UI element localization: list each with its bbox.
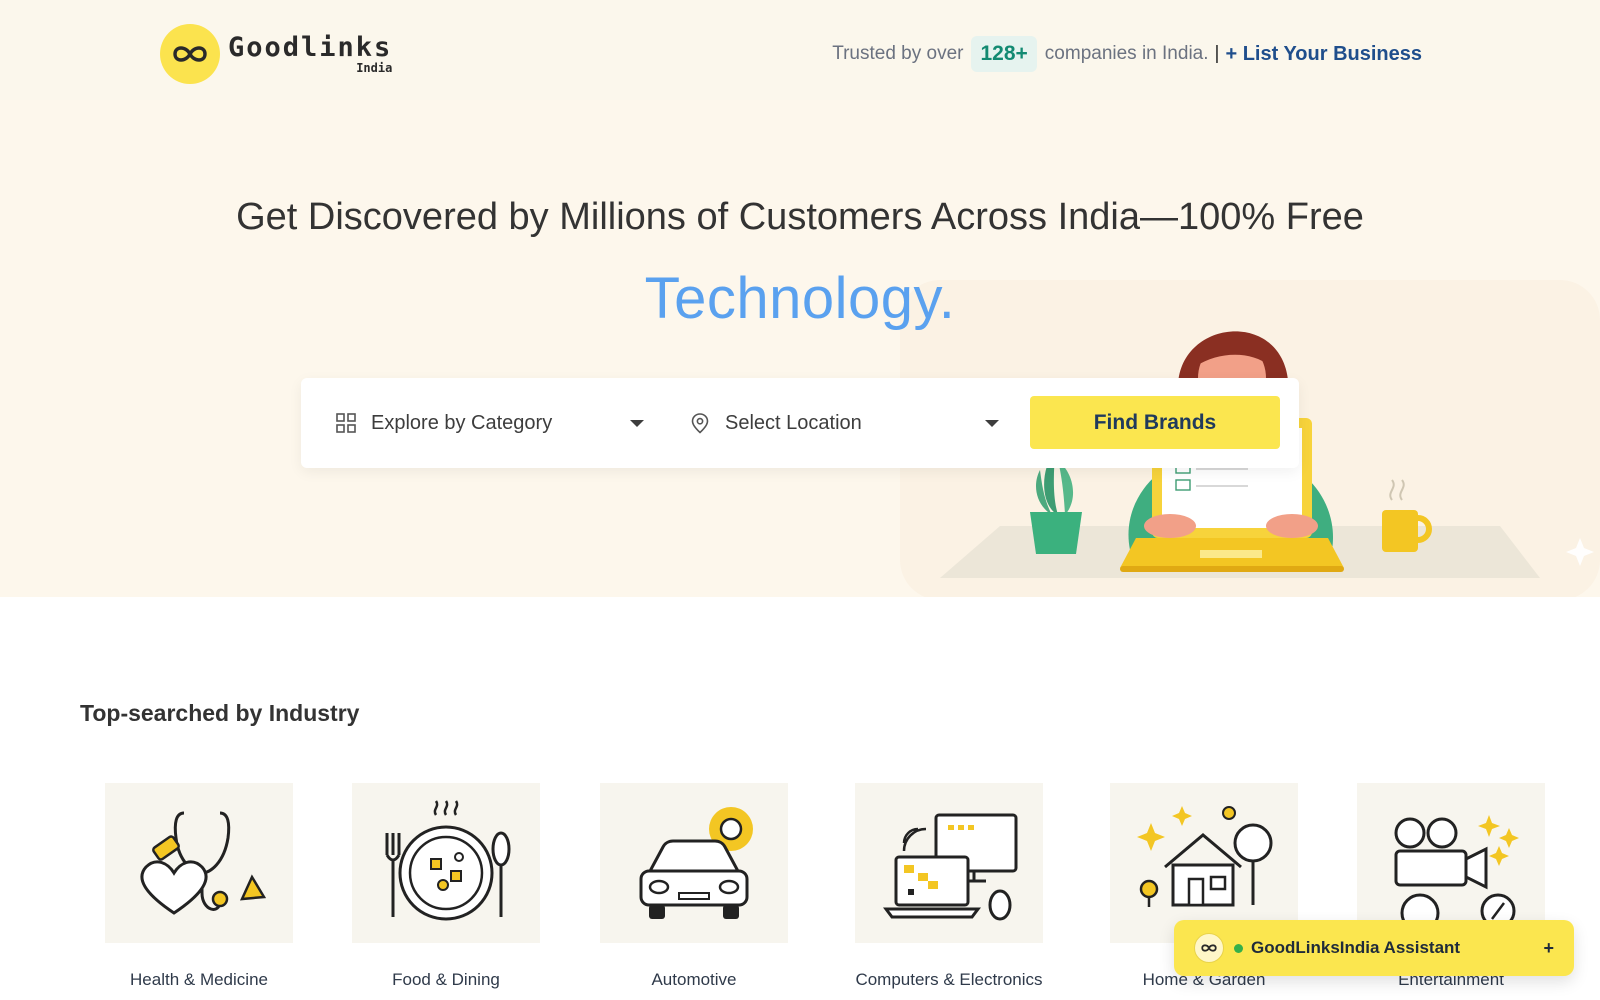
expand-assistant-button[interactable]: + xyxy=(1543,938,1554,959)
chevron-down-icon[interactable] xyxy=(630,420,644,427)
category-label: Explore by Category xyxy=(371,411,553,434)
trust-prefix: Trusted by over xyxy=(832,43,964,64)
hero-section: Get Discovered by Millions of Customers … xyxy=(0,100,1600,597)
brand-logo[interactable]: Goodlinks India xyxy=(160,24,392,84)
movie-camera-icon xyxy=(1357,783,1545,943)
industry-card-food[interactable]: Food & Dining xyxy=(352,783,540,990)
industry-card-automotive[interactable]: Automotive xyxy=(600,783,788,990)
industry-label: Food & Dining xyxy=(392,970,500,989)
location-label: Select Location xyxy=(725,411,862,434)
industry-label: Health & Medicine xyxy=(130,970,268,989)
trust-banner: Trusted by over 128+ companies in India.… xyxy=(832,34,1422,74)
list-business-link[interactable]: + List Your Business xyxy=(1225,43,1422,66)
online-status-dot xyxy=(1234,943,1243,953)
industry-section-title: Top-searched by Industry xyxy=(80,700,360,726)
chevron-down-icon[interactable] xyxy=(985,420,999,427)
plate-fork-spoon-icon xyxy=(352,783,540,943)
category-dropdown[interactable]: Explore by Category xyxy=(335,378,655,468)
assistant-name: GoodLinksIndia Assistant xyxy=(1251,938,1461,957)
stethoscope-heart-icon xyxy=(105,783,293,943)
house-tree-icon xyxy=(1110,783,1298,943)
location-dropdown[interactable]: Select Location xyxy=(689,378,1009,468)
industry-card-computers[interactable]: Computers & Electronics xyxy=(855,783,1043,990)
trust-suffix: companies in India. xyxy=(1044,43,1209,64)
find-brands-button[interactable]: Find Brands xyxy=(1030,396,1280,449)
location-pin-icon xyxy=(689,412,711,434)
hero-headline: Get Discovered by Millions of Customers … xyxy=(236,196,1364,238)
industry-card-health[interactable]: Health & Medicine xyxy=(105,783,293,990)
grid-icon xyxy=(335,412,357,434)
laptop-monitor-icon xyxy=(855,783,1043,943)
assistant-chat-widget[interactable]: GoodLinksIndia Assistant + xyxy=(1174,920,1574,976)
separator: | xyxy=(1214,43,1220,64)
assistant-avatar-icon xyxy=(1194,933,1224,963)
logo-name: Goodlinks xyxy=(228,32,393,63)
car-gear-icon xyxy=(600,783,788,943)
top-header: Goodlinks India Trusted by over 128+ com… xyxy=(0,0,1600,100)
search-card: Explore by Category Select Location Find… xyxy=(301,378,1299,468)
industry-label: Computers & Electronics xyxy=(855,970,1043,989)
industry-label: Automotive xyxy=(651,970,737,989)
logo-subtitle: India xyxy=(356,61,393,75)
infinity-logo-icon xyxy=(160,24,220,84)
company-count-badge: 128+ xyxy=(971,36,1037,72)
